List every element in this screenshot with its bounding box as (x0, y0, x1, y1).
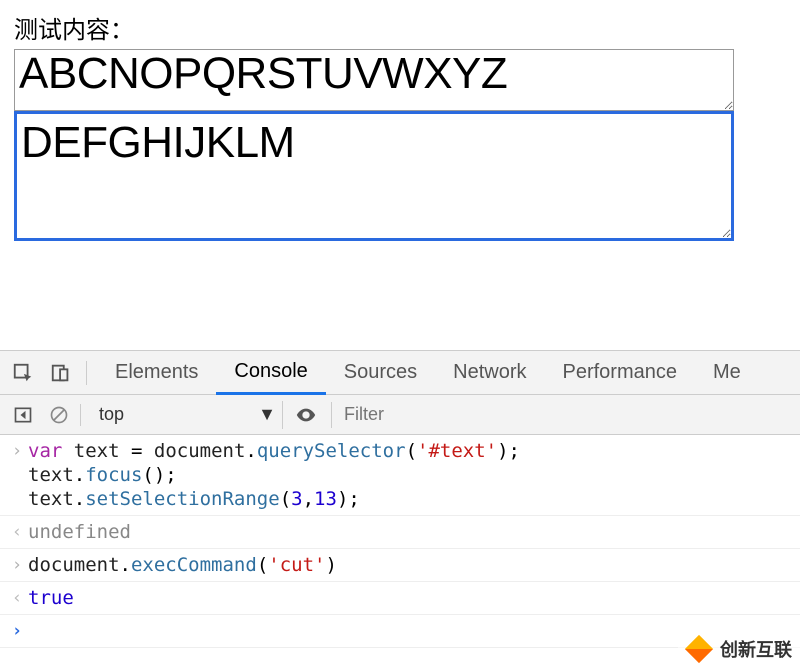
tabbar-divider (86, 361, 87, 385)
textarea-result[interactable] (14, 49, 734, 111)
tab-more[interactable]: Me (695, 351, 759, 395)
console-code: var text = document.querySelector('#text… (28, 439, 520, 511)
watermark: 创新互联 (678, 630, 800, 668)
chevron-down-icon: ▼ (258, 404, 276, 425)
console-line-input: var text = document.querySelector('#text… (0, 435, 800, 516)
tab-console[interactable]: Console (216, 351, 325, 395)
console-line-output: true (0, 582, 800, 615)
console-toolbar: top ▼ (0, 395, 800, 435)
console-result: true (28, 586, 74, 610)
inspect-element-icon[interactable] (8, 358, 38, 388)
test-content-label: 测试内容： (14, 10, 786, 45)
context-selector[interactable]: top ▼ (93, 401, 283, 429)
console-code: document.execCommand('cut') (28, 553, 337, 577)
textarea-focused[interactable] (14, 111, 734, 241)
output-marker-icon (6, 520, 28, 544)
watermark-text: 创新互联 (720, 636, 792, 662)
tab-elements[interactable]: Elements (97, 351, 216, 395)
input-marker-icon (6, 439, 28, 511)
tab-sources[interactable]: Sources (326, 351, 435, 395)
devtools-panel: Elements Console Sources Network Perform… (0, 350, 800, 668)
tab-network[interactable]: Network (435, 351, 544, 395)
input-marker-icon (6, 553, 28, 577)
output-marker-icon (6, 586, 28, 610)
console-result: undefined (28, 520, 131, 544)
live-expression-icon[interactable] (293, 402, 319, 428)
console-line-output: undefined (0, 516, 800, 549)
tab-performance[interactable]: Performance (545, 351, 696, 395)
console-filter-input[interactable] (331, 402, 531, 428)
toolbar-divider-1 (80, 404, 81, 426)
watermark-logo-icon (682, 632, 716, 666)
devtools-tabbar: Elements Console Sources Network Perform… (0, 351, 800, 395)
prompt-marker-icon (6, 619, 28, 643)
clear-console-icon[interactable] (46, 402, 72, 428)
console-line-input: document.execCommand('cut') (0, 549, 800, 582)
device-toggle-icon[interactable] (46, 358, 76, 388)
page-top: 测试内容： (0, 0, 800, 241)
context-selector-label: top (99, 404, 124, 425)
toggle-sidebar-icon[interactable] (10, 402, 36, 428)
